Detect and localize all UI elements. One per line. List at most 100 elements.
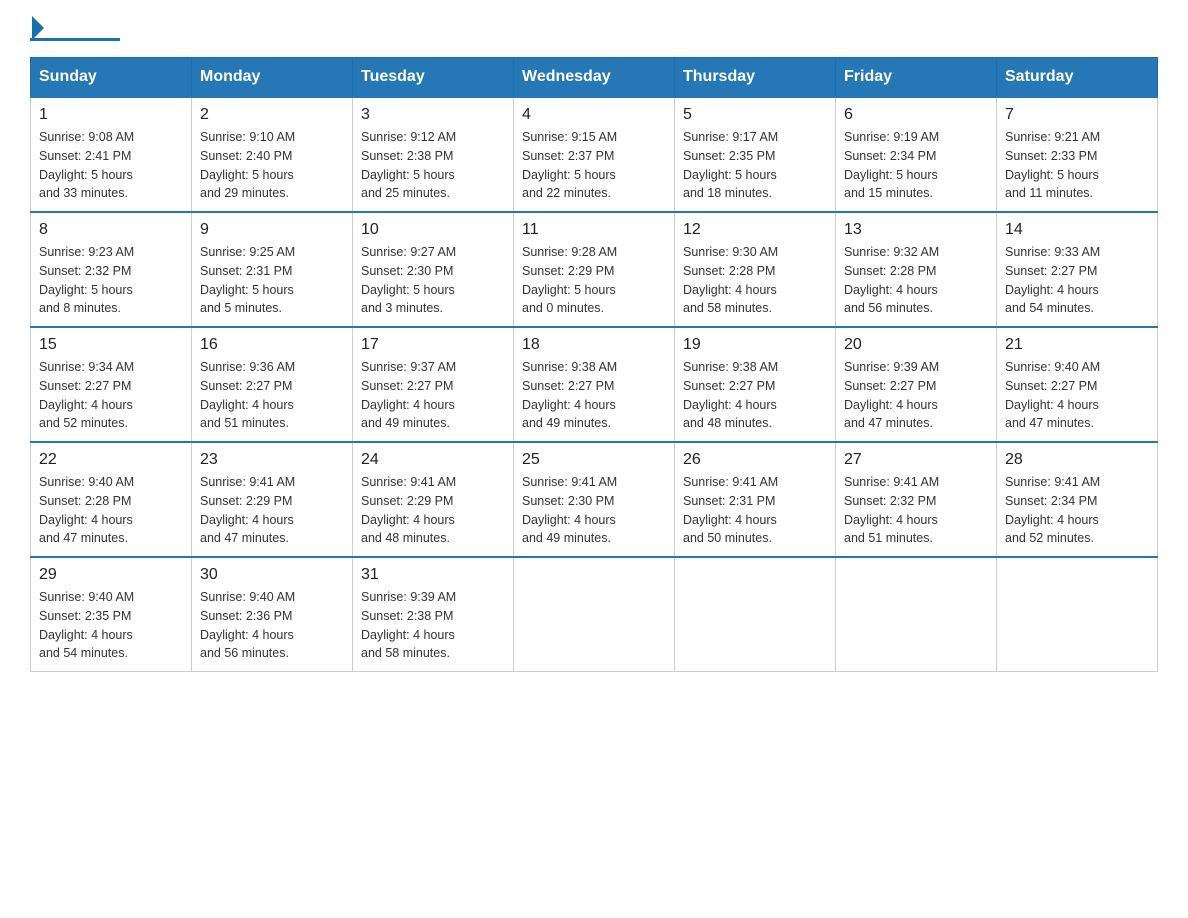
day-number: 9 (200, 221, 344, 239)
calendar-cell: 10 Sunrise: 9:27 AMSunset: 2:30 PMDaylig… (353, 212, 514, 327)
page-header (30, 20, 1158, 41)
day-info: Sunrise: 9:10 AMSunset: 2:40 PMDaylight:… (200, 128, 344, 203)
calendar-cell: 8 Sunrise: 9:23 AMSunset: 2:32 PMDayligh… (31, 212, 192, 327)
day-info: Sunrise: 9:41 AMSunset: 2:31 PMDaylight:… (683, 473, 827, 548)
day-number: 2 (200, 106, 344, 124)
day-number: 6 (844, 106, 988, 124)
day-number: 21 (1005, 336, 1149, 354)
weekday-header-monday: Monday (192, 58, 353, 98)
day-number: 3 (361, 106, 505, 124)
calendar-cell: 16 Sunrise: 9:36 AMSunset: 2:27 PMDaylig… (192, 327, 353, 442)
calendar-week-row: 29 Sunrise: 9:40 AMSunset: 2:35 PMDaylig… (31, 557, 1158, 672)
day-info: Sunrise: 9:08 AMSunset: 2:41 PMDaylight:… (39, 128, 183, 203)
day-info: Sunrise: 9:27 AMSunset: 2:30 PMDaylight:… (361, 243, 505, 318)
weekday-header-thursday: Thursday (675, 58, 836, 98)
day-info: Sunrise: 9:36 AMSunset: 2:27 PMDaylight:… (200, 358, 344, 433)
day-number: 29 (39, 566, 183, 584)
day-number: 10 (361, 221, 505, 239)
calendar-cell: 28 Sunrise: 9:41 AMSunset: 2:34 PMDaylig… (997, 442, 1158, 557)
day-info: Sunrise: 9:38 AMSunset: 2:27 PMDaylight:… (683, 358, 827, 433)
day-number: 26 (683, 451, 827, 469)
calendar-cell: 2 Sunrise: 9:10 AMSunset: 2:40 PMDayligh… (192, 97, 353, 212)
day-number: 19 (683, 336, 827, 354)
day-info: Sunrise: 9:39 AMSunset: 2:38 PMDaylight:… (361, 588, 505, 663)
calendar-week-row: 8 Sunrise: 9:23 AMSunset: 2:32 PMDayligh… (31, 212, 1158, 327)
day-info: Sunrise: 9:15 AMSunset: 2:37 PMDaylight:… (522, 128, 666, 203)
day-info: Sunrise: 9:21 AMSunset: 2:33 PMDaylight:… (1005, 128, 1149, 203)
day-number: 31 (361, 566, 505, 584)
calendar-cell: 22 Sunrise: 9:40 AMSunset: 2:28 PMDaylig… (31, 442, 192, 557)
day-number: 17 (361, 336, 505, 354)
day-number: 11 (522, 221, 666, 239)
calendar-cell: 31 Sunrise: 9:39 AMSunset: 2:38 PMDaylig… (353, 557, 514, 672)
day-info: Sunrise: 9:19 AMSunset: 2:34 PMDaylight:… (844, 128, 988, 203)
weekday-header-friday: Friday (836, 58, 997, 98)
logo-underline (30, 38, 120, 41)
calendar-week-row: 15 Sunrise: 9:34 AMSunset: 2:27 PMDaylig… (31, 327, 1158, 442)
calendar-cell: 30 Sunrise: 9:40 AMSunset: 2:36 PMDaylig… (192, 557, 353, 672)
calendar-header-row: SundayMondayTuesdayWednesdayThursdayFrid… (31, 58, 1158, 98)
weekday-header-saturday: Saturday (997, 58, 1158, 98)
day-info: Sunrise: 9:32 AMSunset: 2:28 PMDaylight:… (844, 243, 988, 318)
calendar-cell: 25 Sunrise: 9:41 AMSunset: 2:30 PMDaylig… (514, 442, 675, 557)
day-info: Sunrise: 9:41 AMSunset: 2:30 PMDaylight:… (522, 473, 666, 548)
day-info: Sunrise: 9:17 AMSunset: 2:35 PMDaylight:… (683, 128, 827, 203)
day-info: Sunrise: 9:34 AMSunset: 2:27 PMDaylight:… (39, 358, 183, 433)
day-info: Sunrise: 9:40 AMSunset: 2:36 PMDaylight:… (200, 588, 344, 663)
day-number: 15 (39, 336, 183, 354)
day-number: 27 (844, 451, 988, 469)
day-number: 25 (522, 451, 666, 469)
day-number: 5 (683, 106, 827, 124)
day-info: Sunrise: 9:38 AMSunset: 2:27 PMDaylight:… (522, 358, 666, 433)
calendar-cell: 17 Sunrise: 9:37 AMSunset: 2:27 PMDaylig… (353, 327, 514, 442)
day-info: Sunrise: 9:40 AMSunset: 2:27 PMDaylight:… (1005, 358, 1149, 433)
calendar-cell (675, 557, 836, 672)
calendar-cell: 18 Sunrise: 9:38 AMSunset: 2:27 PMDaylig… (514, 327, 675, 442)
day-info: Sunrise: 9:33 AMSunset: 2:27 PMDaylight:… (1005, 243, 1149, 318)
calendar-cell: 3 Sunrise: 9:12 AMSunset: 2:38 PMDayligh… (353, 97, 514, 212)
day-info: Sunrise: 9:23 AMSunset: 2:32 PMDaylight:… (39, 243, 183, 318)
calendar-cell: 7 Sunrise: 9:21 AMSunset: 2:33 PMDayligh… (997, 97, 1158, 212)
calendar-cell: 26 Sunrise: 9:41 AMSunset: 2:31 PMDaylig… (675, 442, 836, 557)
day-number: 22 (39, 451, 183, 469)
day-info: Sunrise: 9:12 AMSunset: 2:38 PMDaylight:… (361, 128, 505, 203)
day-number: 8 (39, 221, 183, 239)
calendar-cell: 6 Sunrise: 9:19 AMSunset: 2:34 PMDayligh… (836, 97, 997, 212)
day-info: Sunrise: 9:30 AMSunset: 2:28 PMDaylight:… (683, 243, 827, 318)
day-info: Sunrise: 9:40 AMSunset: 2:35 PMDaylight:… (39, 588, 183, 663)
day-info: Sunrise: 9:37 AMSunset: 2:27 PMDaylight:… (361, 358, 505, 433)
day-number: 4 (522, 106, 666, 124)
calendar-cell: 19 Sunrise: 9:38 AMSunset: 2:27 PMDaylig… (675, 327, 836, 442)
calendar-cell: 5 Sunrise: 9:17 AMSunset: 2:35 PMDayligh… (675, 97, 836, 212)
day-number: 23 (200, 451, 344, 469)
day-info: Sunrise: 9:40 AMSunset: 2:28 PMDaylight:… (39, 473, 183, 548)
calendar-cell: 13 Sunrise: 9:32 AMSunset: 2:28 PMDaylig… (836, 212, 997, 327)
day-number: 16 (200, 336, 344, 354)
calendar-cell: 9 Sunrise: 9:25 AMSunset: 2:31 PMDayligh… (192, 212, 353, 327)
calendar-cell: 1 Sunrise: 9:08 AMSunset: 2:41 PMDayligh… (31, 97, 192, 212)
calendar-cell: 12 Sunrise: 9:30 AMSunset: 2:28 PMDaylig… (675, 212, 836, 327)
calendar-week-row: 22 Sunrise: 9:40 AMSunset: 2:28 PMDaylig… (31, 442, 1158, 557)
day-number: 14 (1005, 221, 1149, 239)
day-info: Sunrise: 9:39 AMSunset: 2:27 PMDaylight:… (844, 358, 988, 433)
calendar-cell (997, 557, 1158, 672)
calendar-cell (836, 557, 997, 672)
day-info: Sunrise: 9:41 AMSunset: 2:29 PMDaylight:… (361, 473, 505, 548)
calendar-cell: 27 Sunrise: 9:41 AMSunset: 2:32 PMDaylig… (836, 442, 997, 557)
weekday-header-sunday: Sunday (31, 58, 192, 98)
day-number: 1 (39, 106, 183, 124)
day-number: 24 (361, 451, 505, 469)
day-number: 12 (683, 221, 827, 239)
calendar-cell: 21 Sunrise: 9:40 AMSunset: 2:27 PMDaylig… (997, 327, 1158, 442)
day-info: Sunrise: 9:28 AMSunset: 2:29 PMDaylight:… (522, 243, 666, 318)
calendar-cell: 4 Sunrise: 9:15 AMSunset: 2:37 PMDayligh… (514, 97, 675, 212)
day-number: 18 (522, 336, 666, 354)
day-number: 7 (1005, 106, 1149, 124)
calendar-cell: 14 Sunrise: 9:33 AMSunset: 2:27 PMDaylig… (997, 212, 1158, 327)
weekday-header-tuesday: Tuesday (353, 58, 514, 98)
calendar-table: SundayMondayTuesdayWednesdayThursdayFrid… (30, 57, 1158, 672)
calendar-week-row: 1 Sunrise: 9:08 AMSunset: 2:41 PMDayligh… (31, 97, 1158, 212)
calendar-cell: 24 Sunrise: 9:41 AMSunset: 2:29 PMDaylig… (353, 442, 514, 557)
day-number: 28 (1005, 451, 1149, 469)
day-number: 13 (844, 221, 988, 239)
